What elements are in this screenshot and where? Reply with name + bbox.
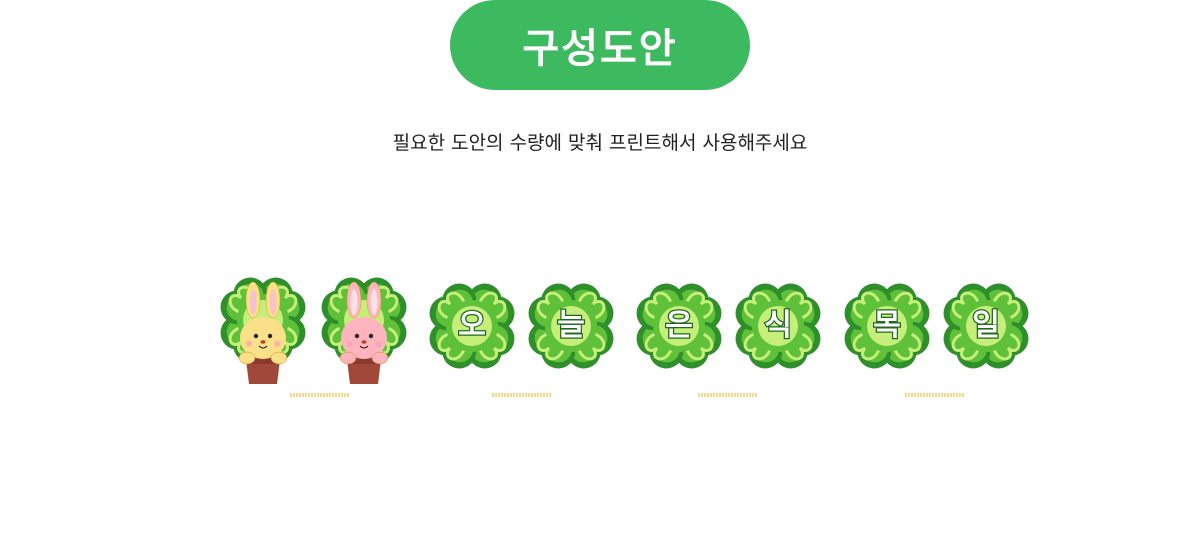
clover-letter: 목 xyxy=(872,308,902,343)
pink-bunny-icon xyxy=(339,281,389,384)
clover-letter: 일 xyxy=(971,308,1001,343)
fine-print-decoration xyxy=(492,393,552,397)
fine-print-decoration xyxy=(905,393,965,397)
clover-letter: 식 xyxy=(763,308,793,343)
garland-pattern-pieces: 오늘은식목일 xyxy=(0,0,1200,548)
fine-print-decoration xyxy=(290,393,350,397)
clover-letter: 늘 xyxy=(556,308,586,343)
clover-letter: 은 xyxy=(664,308,694,343)
yellow-bunny-icon xyxy=(238,281,288,384)
clover-letter: 오 xyxy=(457,308,487,343)
fine-print-decoration xyxy=(698,393,758,397)
